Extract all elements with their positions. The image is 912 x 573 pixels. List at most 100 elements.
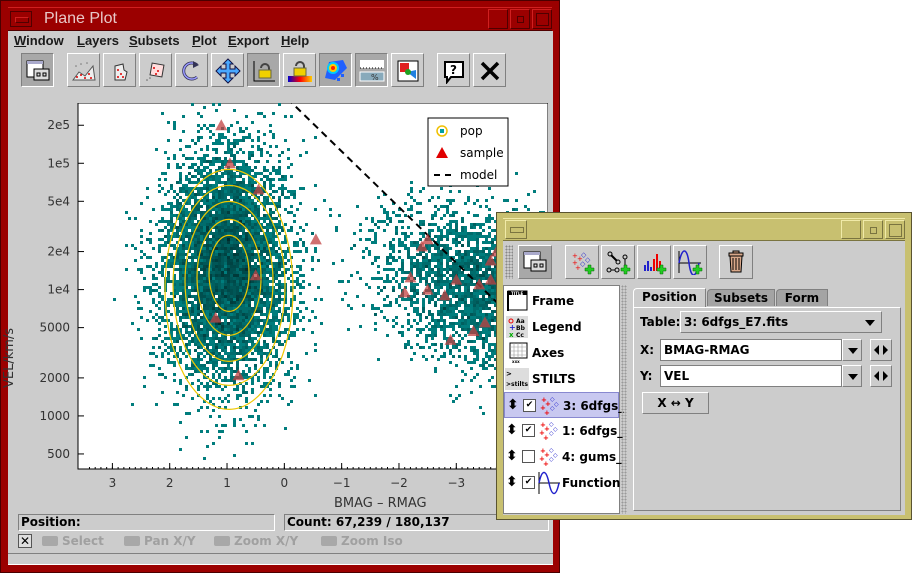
layer-row[interactable]: ⬍ + + + + ◇ ◇ ◇ 4: gums_: [504, 444, 622, 470]
export-image-button[interactable]: [391, 53, 424, 87]
add-function-layer-button[interactable]: [673, 245, 707, 279]
density-cell: [140, 271, 143, 274]
density-cell: [206, 334, 209, 337]
pan-button[interactable]: [211, 53, 244, 87]
x-coordinate-field[interactable]: BMAG-RMAG: [660, 339, 842, 361]
density-cell: [212, 217, 215, 220]
floating-window-button[interactable]: [21, 53, 54, 87]
dock-window-button[interactable]: [518, 245, 552, 279]
density-cell: [236, 214, 239, 217]
table-selector[interactable]: 3: 6dfgs_E7.fits: [680, 311, 882, 333]
density-cell: [236, 310, 239, 313]
menu-help[interactable]: Help: [281, 33, 309, 48]
density-cell: [470, 238, 473, 241]
minimize-button[interactable]: [488, 9, 508, 29]
density-cell: [458, 289, 461, 292]
density-cell: [251, 229, 254, 232]
density-cell: [263, 346, 266, 349]
tab-form[interactable]: Form: [776, 289, 828, 306]
add-position-layer-button[interactable]: + + + + ◇ ◇ ◇: [565, 245, 599, 279]
density-cell: [215, 364, 218, 367]
split-pane-divider[interactable]: [621, 285, 627, 514]
density-cell: [185, 145, 188, 148]
progress-button[interactable]: %: [355, 53, 388, 87]
aux-lock-button[interactable]: [283, 53, 316, 87]
add-histogram-layer-button[interactable]: [637, 245, 671, 279]
layer-visible-checkbox[interactable]: ✔: [522, 424, 535, 437]
layer-frame[interactable]: TITLE Frame: [504, 288, 619, 314]
x-dropdown-button[interactable]: [842, 339, 862, 361]
density-cell: [260, 325, 263, 328]
layer-row[interactable]: ⬍ ✔ Function: [504, 470, 620, 496]
help-button[interactable]: ?: [437, 53, 470, 87]
density-cell: [485, 361, 488, 364]
add-pair-layer-button[interactable]: [601, 245, 635, 279]
density-cell: [428, 295, 431, 298]
menu-export[interactable]: Export: [228, 33, 269, 48]
density-cell: [458, 310, 461, 313]
swap-xy-button[interactable]: X ↔ Y: [642, 392, 709, 414]
tab-subsets[interactable]: Subsets: [707, 289, 775, 306]
density-cell: [155, 265, 158, 268]
density-cell: [224, 280, 227, 283]
maximize-button[interactable]: [510, 9, 530, 29]
density-cell: [206, 298, 209, 301]
density-cell: [221, 166, 224, 169]
layer-row[interactable]: ⬍ ✔ + + + + ◇ ◇ ◇ 3: 6dfgs_: [504, 392, 624, 418]
menu-subsets[interactable]: Subsets: [129, 33, 180, 48]
density-cell: [269, 226, 272, 229]
layer-legend[interactable]: + x Aa Bb Cc Legend: [504, 314, 619, 340]
sketch-button[interactable]: [319, 53, 352, 87]
layer-visible-checkbox[interactable]: ✔: [523, 399, 536, 412]
draw-subset-button[interactable]: [67, 53, 100, 87]
layer-stilts[interactable]: > >stilts STILTS: [504, 366, 619, 392]
density-cell: [197, 193, 200, 196]
density-cell: [230, 208, 233, 211]
layer-axes[interactable]: xxx Axes: [504, 340, 619, 366]
density-cell: [242, 373, 245, 376]
density-cell: [428, 271, 431, 274]
tab-position[interactable]: Position: [633, 288, 706, 307]
control-restore-button[interactable]: [885, 220, 905, 239]
layer-list[interactable]: TITLE Frame + x Aa Bb Cc Legend xxx Axes > >s…: [503, 285, 624, 514]
menu-window[interactable]: Window: [14, 33, 64, 48]
density-cell: [467, 361, 470, 364]
drag-handle-icon[interactable]: ⬍: [507, 396, 519, 414]
control-window-menu-button[interactable]: [505, 220, 527, 239]
plot-area[interactable]: 3210−1−2−3−42e51e55e42e41e45000200010005…: [2, 103, 548, 513]
x-cycle-buttons[interactable]: [870, 339, 892, 361]
restore-button[interactable]: [532, 9, 552, 29]
layer-row[interactable]: ⬍ ✔ + + + + ◇ ◇ ◇ 1: 6dfgs_: [504, 418, 623, 444]
close-plot-button[interactable]: [473, 53, 506, 87]
density-cell: [239, 334, 242, 337]
drag-handle-icon[interactable]: ⬍: [506, 473, 518, 491]
polygon-subset-button[interactable]: [103, 53, 136, 87]
menu-layers[interactable]: Layers: [77, 33, 119, 48]
blob-subset-button[interactable]: [139, 53, 172, 87]
y-coordinate-field[interactable]: VEL: [660, 365, 842, 387]
close-modes-icon[interactable]: ✕: [18, 534, 32, 548]
plot-svg[interactable]: 3210−1−2−3−42e51e55e42e41e45000200010005…: [8, 103, 548, 513]
drag-handle-icon[interactable]: ⬍: [506, 421, 518, 439]
density-cell: [476, 322, 479, 325]
title-bar[interactable]: Plane Plot: [8, 7, 552, 31]
axis-lock-button[interactable]: [247, 53, 280, 87]
control-minimize-button[interactable]: [841, 220, 861, 239]
y-cycle-buttons[interactable]: [870, 365, 892, 387]
control-maximize-button[interactable]: [863, 220, 883, 239]
drag-handle-icon[interactable]: ⬍: [506, 447, 518, 465]
density-cell: [386, 214, 389, 217]
toolbar-grip[interactable]: [505, 245, 513, 279]
layer-visible-checkbox[interactable]: ✔: [522, 476, 535, 489]
replot-button[interactable]: [175, 53, 208, 87]
delete-layer-button[interactable]: [719, 245, 753, 279]
menu-plot[interactable]: Plot: [192, 33, 217, 48]
control-title-bar[interactable]: [503, 218, 905, 241]
layer-visible-checkbox[interactable]: [522, 450, 535, 463]
density-cell: [245, 310, 248, 313]
density-cell: [428, 199, 431, 202]
density-cell: [251, 223, 254, 226]
y-dropdown-button[interactable]: [842, 365, 862, 387]
window-menu-button[interactable]: [10, 11, 32, 27]
density-cell: [308, 379, 311, 382]
